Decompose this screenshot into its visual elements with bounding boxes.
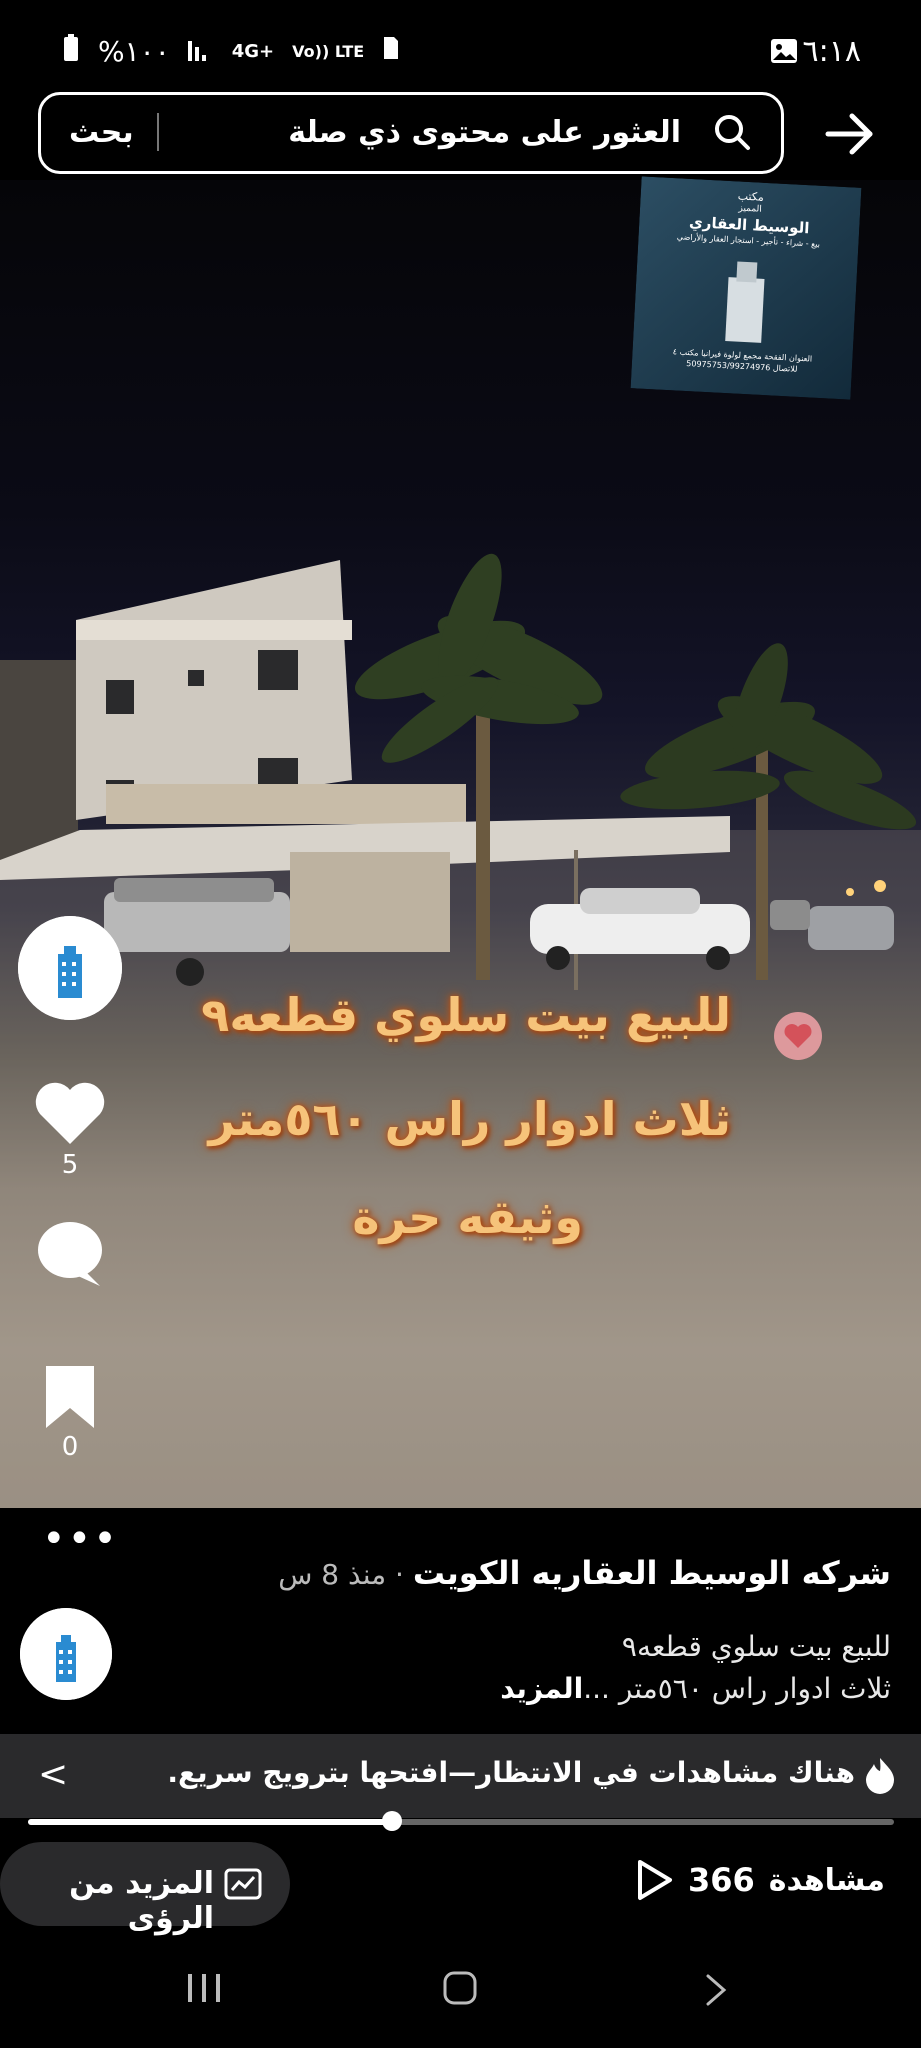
search-input[interactable]: العثور على محتوى ذي صلة: [288, 115, 681, 150]
views-count: 366: [687, 1861, 755, 1899]
search-icon: [711, 111, 753, 153]
insights-chart-icon: [224, 1868, 262, 1900]
status-bar: %١٠٠ 4G+ Vo)) LTE ٦:١٨: [0, 0, 921, 100]
back-chevron-icon[interactable]: [704, 1972, 728, 2008]
caption-line-1: للبيع بيت سلوي قطعه٩: [621, 1630, 891, 1663]
caption-text: ثلاث ادوار راس ٥٦٠متر ...: [583, 1672, 891, 1705]
chevron-left-icon[interactable]: <: [38, 1754, 68, 1795]
views-label: مشاهدة: [768, 1862, 885, 1898]
clock: ٦:١٨: [802, 34, 861, 69]
author-name[interactable]: شركه الوسيط العقاريه الكويت: [413, 1554, 891, 1592]
battery-level: %١٠٠: [98, 35, 170, 68]
sim-icon: [382, 35, 400, 68]
author-avatar[interactable]: [20, 1608, 112, 1700]
search-bar[interactable]: بحث العثور على محتوى ذي صلة: [38, 92, 784, 174]
like-heart-icon[interactable]: [34, 1080, 106, 1146]
volte-indicator: Vo)) LTE: [292, 42, 365, 61]
overlay-line-1: للبيع بيت سلوي قطعه٩: [201, 988, 731, 1042]
search-divider: [157, 113, 159, 151]
caption-line-2: ثلاث ادوار راس ٥٦٠متر ...المزيد: [500, 1672, 891, 1705]
ad-poster: مكتب المميز الوسيط العقاري بيع - شراء - …: [630, 176, 862, 400]
bookmark-icon[interactable]: [42, 1364, 98, 1430]
network-type: 4G+: [231, 41, 275, 62]
floating-heart-icon: [774, 1012, 822, 1060]
video-progress-handle[interactable]: [382, 1811, 402, 1831]
views-indicator: مشاهدة 366: [634, 1858, 885, 1902]
overlay-line-2: ثلاث ادوار راس ٥٦٠متر: [208, 1092, 731, 1146]
boost-banner-text: هناك مشاهدات في الانتظار—افتحها بترويج س…: [167, 1756, 855, 1789]
more-options-icon[interactable]: •••: [42, 1516, 119, 1562]
like-count: 5: [61, 1150, 79, 1180]
back-arrow-icon[interactable]: [820, 104, 880, 164]
status-indicators: %١٠٠ 4G+ Vo)) LTE: [62, 34, 400, 69]
post-time: منذ 8 س: [278, 1558, 387, 1591]
post-header: شركه الوسيط العقاريه الكويت · منذ 8 س: [278, 1554, 891, 1592]
battery-icon: [62, 34, 80, 69]
search-button[interactable]: بحث: [69, 115, 134, 150]
more-insights-button[interactable]: المزيد من الرؤى: [0, 1842, 290, 1936]
boost-banner[interactable]: هناك مشاهدات في الانتظار—افتحها بترويج س…: [0, 1734, 921, 1818]
home-icon[interactable]: [443, 1970, 477, 2006]
overlay-line-3: وثيقه حرة: [352, 1190, 583, 1244]
see-more-link[interactable]: المزيد: [500, 1672, 583, 1705]
channel-avatar[interactable]: [18, 916, 122, 1020]
separator-dot: ·: [386, 1558, 413, 1591]
gallery-icon: [770, 38, 798, 68]
video-progress-fill: [28, 1819, 392, 1825]
more-insights-label: المزيد من الرؤى: [69, 1866, 214, 1936]
save-count: 0: [61, 1432, 79, 1462]
play-icon: [634, 1858, 674, 1902]
comment-icon[interactable]: [34, 1218, 106, 1290]
signal-icon: [187, 35, 214, 68]
fire-icon: [863, 1756, 897, 1794]
recent-apps-icon[interactable]: [186, 1972, 222, 2004]
